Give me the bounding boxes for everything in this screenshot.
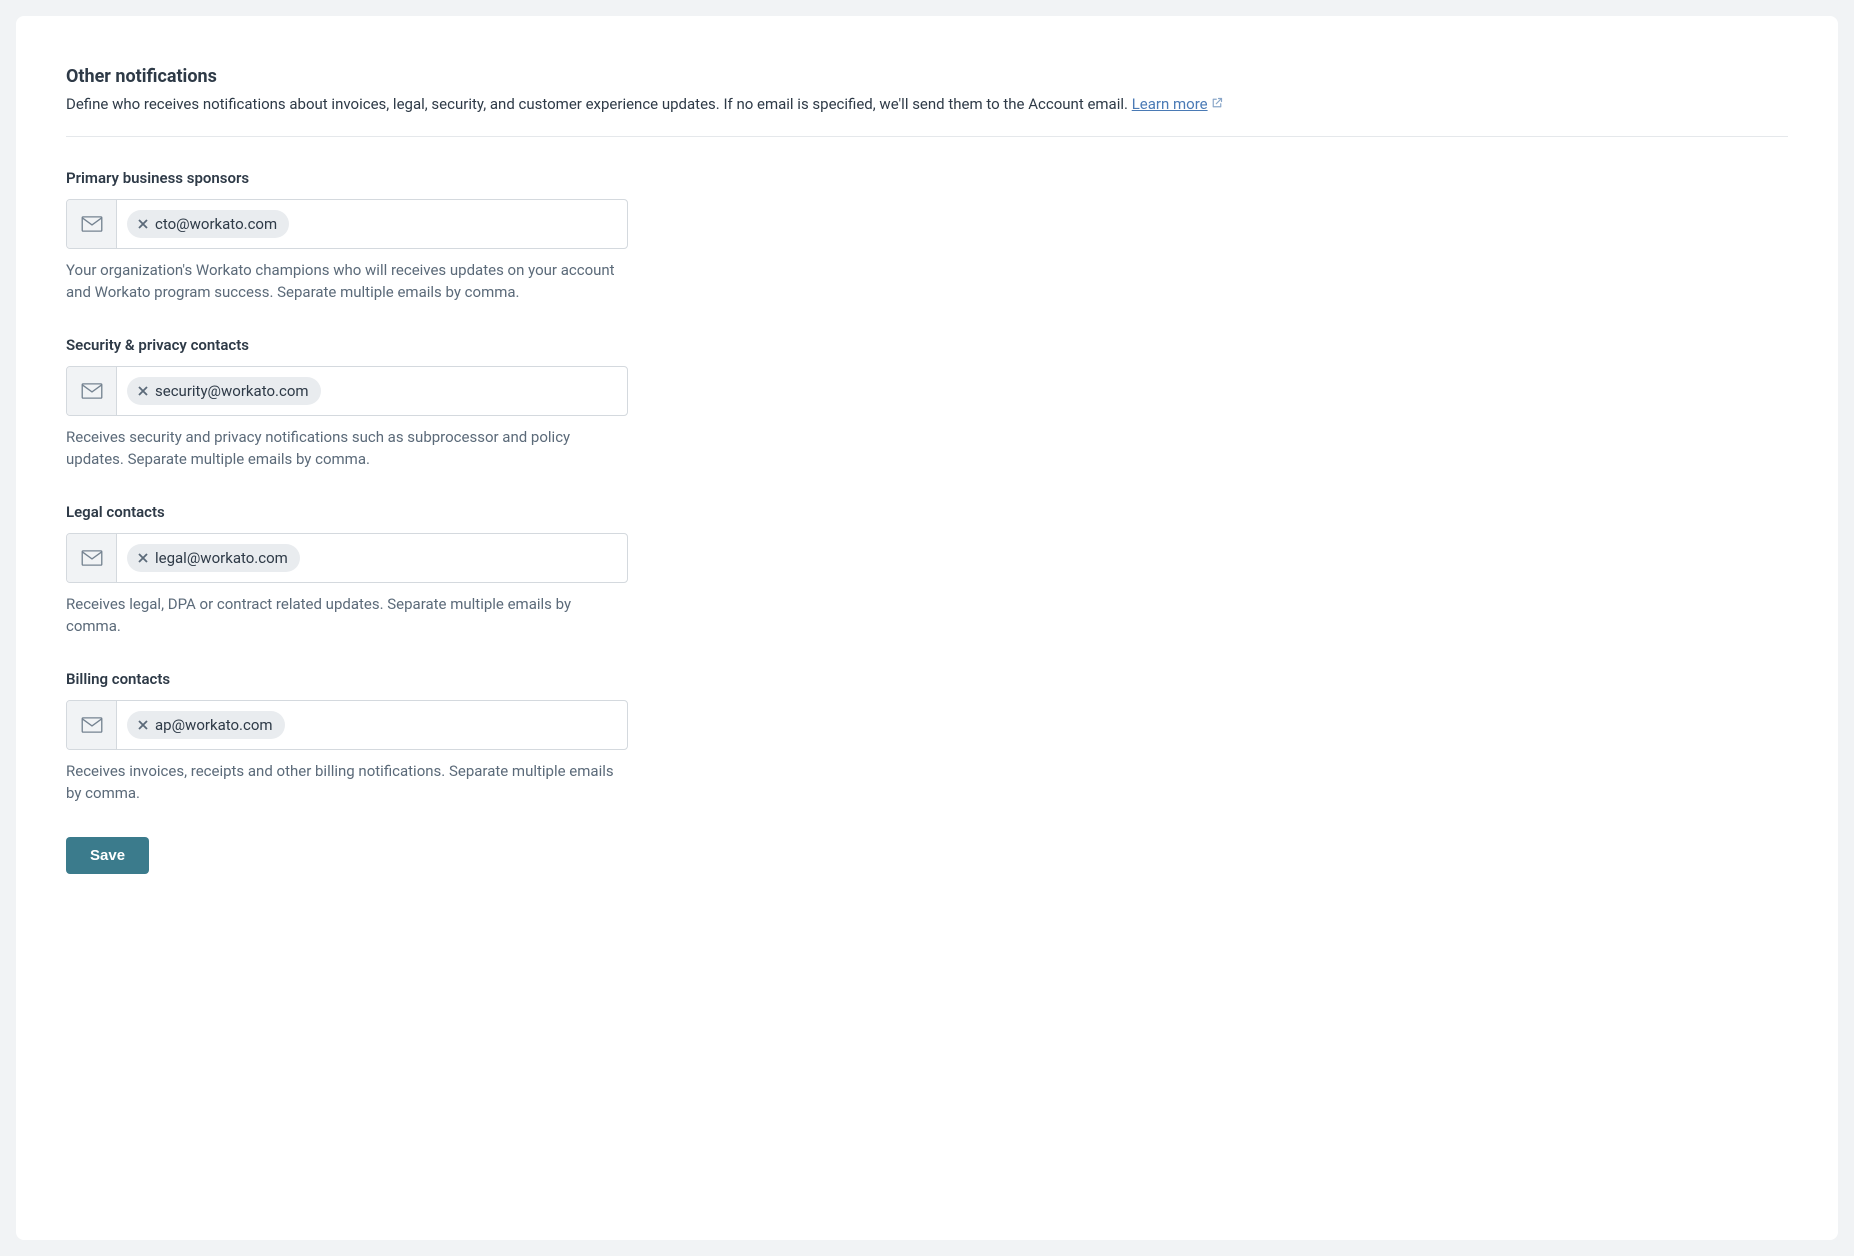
close-icon [138, 553, 148, 563]
email-input[interactable] [306, 549, 617, 566]
chip-email-text: legal@workato.com [155, 549, 288, 567]
field-primary-sponsors: Primary business sponsors cto@workato.co… [66, 169, 628, 304]
field-label-primary-sponsors: Primary business sponsors [66, 169, 628, 187]
field-help-legal: Receives legal, DPA or contract related … [66, 593, 628, 638]
chip-area[interactable]: ap@workato.com [117, 701, 627, 749]
chip-area[interactable]: legal@workato.com [117, 534, 627, 582]
mail-icon [81, 550, 103, 566]
external-link-icon [1211, 97, 1223, 109]
chip-area[interactable]: security@workato.com [117, 367, 627, 415]
chip-remove-button[interactable] [137, 719, 149, 731]
chip-email-text: security@workato.com [155, 382, 309, 400]
close-icon [138, 386, 148, 396]
save-button[interactable]: Save [66, 837, 149, 874]
email-chip: legal@workato.com [127, 544, 300, 572]
field-help-primary-sponsors: Your organization's Workato champions wh… [66, 259, 628, 304]
field-help-billing: Receives invoices, receipts and other bi… [66, 760, 628, 805]
chip-email-text: ap@workato.com [155, 716, 273, 734]
field-security-privacy: Security & privacy contacts security@wor… [66, 336, 628, 471]
input-prefix [67, 534, 117, 582]
section-description-text: Define who receives notifications about … [66, 95, 1132, 113]
email-input-wrapper: ap@workato.com [66, 700, 628, 750]
input-prefix [67, 367, 117, 415]
close-icon [138, 219, 148, 229]
email-chip: security@workato.com [127, 377, 321, 405]
settings-card: Other notifications Define who receives … [16, 16, 1838, 1240]
chip-remove-button[interactable] [137, 218, 149, 230]
email-input[interactable] [295, 215, 617, 232]
close-icon [138, 720, 148, 730]
email-chip: ap@workato.com [127, 711, 285, 739]
chip-email-text: cto@workato.com [155, 215, 277, 233]
mail-icon [81, 717, 103, 733]
mail-icon [81, 216, 103, 232]
email-input[interactable] [327, 382, 617, 399]
email-chip: cto@workato.com [127, 210, 289, 238]
email-input-wrapper: security@workato.com [66, 366, 628, 416]
mail-icon [81, 383, 103, 399]
field-help-security-privacy: Receives security and privacy notificati… [66, 426, 628, 471]
learn-more-link[interactable]: Learn more [1132, 95, 1223, 113]
learn-more-text: Learn more [1132, 95, 1208, 113]
chip-remove-button[interactable] [137, 552, 149, 564]
field-legal: Legal contacts legal@workato.com Receive… [66, 503, 628, 638]
section-description: Define who receives notifications about … [66, 93, 1788, 137]
chip-remove-button[interactable] [137, 385, 149, 397]
input-prefix [67, 200, 117, 248]
field-label-legal: Legal contacts [66, 503, 628, 521]
email-input-wrapper: cto@workato.com [66, 199, 628, 249]
chip-area[interactable]: cto@workato.com [117, 200, 627, 248]
field-label-billing: Billing contacts [66, 670, 628, 688]
email-input-wrapper: legal@workato.com [66, 533, 628, 583]
section-title: Other notifications [66, 66, 1788, 87]
email-input[interactable] [291, 716, 617, 733]
input-prefix [67, 701, 117, 749]
field-billing: Billing contacts ap@workato.com Receives… [66, 670, 628, 805]
field-label-security-privacy: Security & privacy contacts [66, 336, 628, 354]
